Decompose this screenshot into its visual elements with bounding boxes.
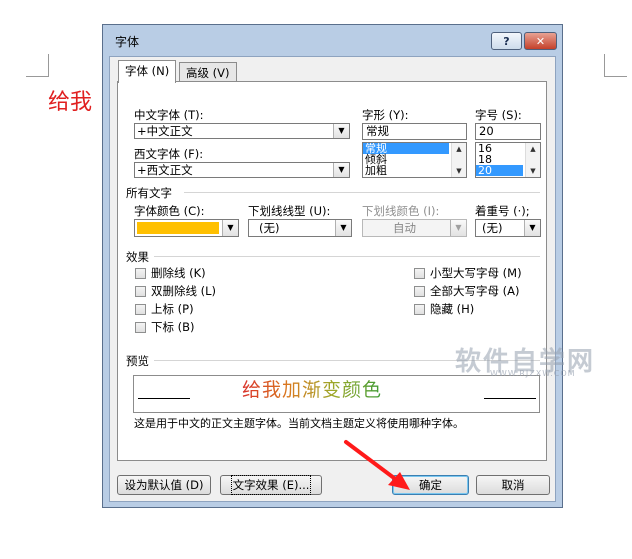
- chevron-down-icon[interactable]: ▼: [222, 220, 238, 236]
- western-font-label: 西文字体 (F):: [134, 147, 204, 161]
- close-button[interactable]: ✕: [524, 32, 557, 50]
- all-text-heading: 所有文字: [126, 186, 172, 200]
- font-style-label: 字形 (Y):: [362, 108, 409, 122]
- double-strikethrough-checkbox[interactable]: [135, 286, 146, 297]
- font-color-combo[interactable]: ▼: [134, 219, 239, 237]
- font-color-swatch: [137, 222, 219, 234]
- font-dialog: 字体 ? ✕ 字体 (N) 高级 (V) 中文字体 (T): +中文正文 ▼ 西…: [102, 24, 563, 508]
- underline-color-combo: 自动 ▼: [362, 219, 467, 237]
- scroll-up-icon[interactable]: ▲: [452, 145, 466, 153]
- chevron-down-icon[interactable]: ▼: [524, 220, 540, 236]
- double-strikethrough-label[interactable]: 双删除线 (L): [151, 283, 216, 299]
- strikethrough-label[interactable]: 删除线 (K): [151, 265, 206, 281]
- dialog-titlebar[interactable]: 字体 ? ✕: [103, 25, 562, 57]
- set-default-button[interactable]: 设为默认值 (D): [117, 475, 211, 495]
- emphasis-mark-combo[interactable]: (无) ▼: [475, 219, 541, 237]
- font-color-label: 字体颜色 (C):: [134, 204, 205, 218]
- subscript-label[interactable]: 下标 (B): [151, 319, 195, 335]
- font-style-input[interactable]: 常规: [362, 123, 467, 140]
- list-item[interactable]: 20: [476, 165, 523, 176]
- watermark-sub: WWW.RJZXW.COM: [490, 369, 576, 378]
- arrow-annotation-icon: [344, 440, 410, 490]
- preview-baseline-right: [484, 398, 536, 399]
- underline-color-value: 自动: [393, 221, 416, 235]
- emphasis-mark-value: (无): [482, 221, 503, 235]
- preview-heading: 预览: [126, 354, 149, 368]
- font-size-list[interactable]: 16 18 20 ▲ ▼: [475, 142, 541, 178]
- all-caps-checkbox[interactable]: [414, 286, 425, 297]
- help-button[interactable]: ?: [491, 32, 522, 50]
- dialog-title: 字体: [115, 35, 140, 49]
- subscript-checkbox[interactable]: [135, 322, 146, 333]
- emphasis-mark-label: 着重号 (·);: [475, 204, 530, 218]
- effects-heading: 效果: [126, 250, 149, 264]
- divider: [184, 192, 540, 193]
- chevron-down-icon: ▼: [450, 220, 466, 236]
- scrollbar[interactable]: ▲ ▼: [451, 143, 466, 177]
- superscript-label[interactable]: 上标 (P): [151, 301, 194, 317]
- font-size-input[interactable]: 20: [475, 123, 541, 140]
- underline-style-combo[interactable]: (无) ▼: [248, 219, 352, 237]
- ok-label: 确定: [419, 478, 442, 492]
- all-caps-label[interactable]: 全部大写字母 (A): [430, 283, 520, 299]
- text-effects-button[interactable]: 文字效果 (E)...: [220, 475, 322, 495]
- preview-sample-text: 给我加渐变颜色: [242, 375, 382, 402]
- chinese-font-combo[interactable]: +中文正文 ▼: [134, 123, 350, 139]
- close-icon: ✕: [535, 34, 546, 48]
- hidden-checkbox[interactable]: [414, 304, 425, 315]
- preview-box: 给我加渐变颜色: [133, 375, 540, 413]
- small-caps-checkbox[interactable]: [414, 268, 425, 279]
- help-icon: ?: [503, 34, 510, 48]
- scrollbar[interactable]: ▲ ▼: [525, 143, 540, 177]
- hidden-label[interactable]: 隐藏 (H): [430, 301, 474, 317]
- divider: [154, 256, 540, 257]
- cancel-button[interactable]: 取消: [476, 475, 550, 495]
- text-effects-label: 文字效果 (E)...: [230, 475, 312, 495]
- chinese-font-value: +中文正文: [137, 124, 193, 138]
- font-style-list[interactable]: 常规 倾斜 加粗 ▲ ▼: [362, 142, 467, 178]
- chevron-down-icon[interactable]: ▼: [333, 163, 349, 177]
- cancel-label: 取消: [501, 478, 525, 492]
- dialog-client: 字体 (N) 高级 (V) 中文字体 (T): +中文正文 ▼ 西文字体 (F)…: [109, 56, 556, 502]
- page-corner-top-left: [26, 54, 49, 77]
- set-default-label: 设为默认值 (D): [124, 478, 204, 492]
- chevron-down-icon[interactable]: ▼: [333, 124, 349, 138]
- scroll-down-icon[interactable]: ▼: [452, 167, 466, 175]
- document-text[interactable]: 给我: [48, 84, 92, 116]
- page-corner-top-right: [604, 54, 627, 77]
- tab-advanced[interactable]: 高级 (V): [179, 62, 237, 82]
- chevron-down-icon[interactable]: ▼: [335, 220, 351, 236]
- preview-description: 这是用于中文的正文主题字体。当前文档主题定义将使用哪种字体。: [134, 417, 464, 430]
- strikethrough-checkbox[interactable]: [135, 268, 146, 279]
- underline-style-label: 下划线线型 (U):: [248, 204, 331, 218]
- preview-baseline-left: [138, 398, 190, 399]
- scroll-up-icon[interactable]: ▲: [526, 145, 540, 153]
- scroll-down-icon[interactable]: ▼: [526, 167, 540, 175]
- superscript-checkbox[interactable]: [135, 304, 146, 315]
- chinese-font-label: 中文字体 (T):: [134, 108, 204, 122]
- western-font-value: +西文正文: [137, 163, 193, 177]
- tab-font[interactable]: 字体 (N): [118, 60, 177, 83]
- western-font-combo[interactable]: +西文正文 ▼: [134, 162, 350, 178]
- small-caps-label[interactable]: 小型大写字母 (M): [430, 265, 522, 281]
- underline-style-value: (无): [259, 221, 280, 235]
- underline-color-label: 下划线颜色 (I):: [362, 204, 440, 218]
- font-size-label: 字号 (S):: [475, 108, 522, 122]
